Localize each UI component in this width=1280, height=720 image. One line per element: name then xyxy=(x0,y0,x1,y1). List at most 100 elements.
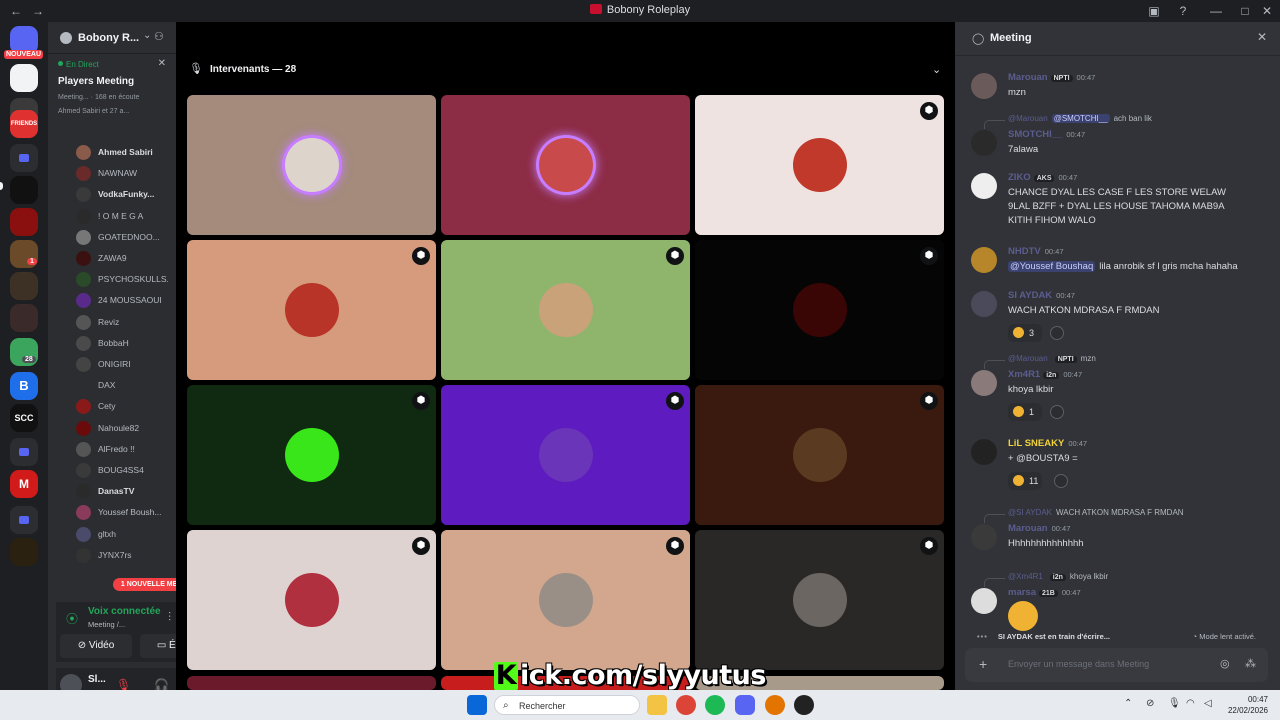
voice-member[interactable]: ZAWA9 xyxy=(76,248,172,268)
maximize-icon[interactable]: □ xyxy=(1237,3,1253,19)
server-folder-icon[interactable] xyxy=(10,144,38,172)
friends-server-icon[interactable]: FRIENDS xyxy=(10,110,38,138)
speaker-tile[interactable]: ⬢ xyxy=(441,385,690,525)
message-author[interactable]: SI AYDAK 00:47 xyxy=(1008,290,1075,301)
message-author[interactable]: Marouan 00:47 xyxy=(1008,523,1070,534)
add-reaction-icon[interactable] xyxy=(1054,474,1068,488)
server-icon[interactable] xyxy=(10,272,38,300)
mention[interactable]: @SMOTCHI__ xyxy=(1051,114,1110,123)
server-folder-icon[interactable] xyxy=(10,506,38,534)
composer-placeholder[interactable]: Envoyer un message dans Meeting xyxy=(1008,659,1149,669)
reply-preview[interactable]: @Marouan @SMOTCHI__ ach ban lik xyxy=(984,114,1152,129)
wifi-icon[interactable]: ◠ xyxy=(1186,698,1195,709)
message-author[interactable]: NHDTV 00:47 xyxy=(1008,246,1064,257)
avatar[interactable] xyxy=(971,439,997,465)
obs-icon[interactable] xyxy=(794,695,814,715)
voice-member[interactable]: JYNX7rs xyxy=(76,545,172,565)
speaker-tile[interactable]: ⬢ xyxy=(187,240,436,380)
voice-member[interactable]: Ahmed Sabiri xyxy=(76,142,172,162)
video-button[interactable]: ⊘ Vidéo xyxy=(60,634,132,658)
speaker-tile[interactable]: ⬢ xyxy=(695,530,944,670)
reaction-chip[interactable]: 3 xyxy=(1008,324,1042,342)
message-author[interactable]: Xm4R1 i2n 00:47 xyxy=(1008,369,1082,380)
voice-member[interactable]: DAX xyxy=(76,375,172,395)
voice-member[interactable]: Cety xyxy=(76,396,172,416)
server-icon[interactable] xyxy=(10,176,38,204)
server-icon[interactable] xyxy=(10,304,38,332)
voice-member[interactable]: AlFredo !! xyxy=(76,439,172,459)
tray-chevron-icon[interactable]: ⌃ xyxy=(1124,698,1132,709)
voice-member[interactable]: BOUG4SS4 xyxy=(76,460,172,480)
chrome-icon[interactable] xyxy=(676,695,696,715)
collapse-chevron-icon[interactable]: ⌄ xyxy=(932,63,941,76)
message-author[interactable]: ZIKO AKS 00:47 xyxy=(1008,172,1077,183)
message-composer[interactable]: + Envoyer un message dans Meeting ◎ ⁂ xyxy=(965,648,1268,682)
voice-member[interactable]: BobbaH xyxy=(76,333,172,353)
server-icon[interactable] xyxy=(10,208,38,236)
mc-server-icon[interactable]: M xyxy=(10,470,38,498)
add-reaction-icon[interactable] xyxy=(1050,405,1064,419)
voice-member[interactable]: 24 MOUSSAOUI xyxy=(76,290,172,310)
volume-icon[interactable]: ◁ xyxy=(1204,698,1212,709)
spotify-icon[interactable] xyxy=(705,695,725,715)
voice-member[interactable]: Reviz xyxy=(76,312,172,332)
add-member-icon[interactable]: ⚇ xyxy=(154,30,164,43)
chevron-down-icon[interactable]: ⌄ xyxy=(143,30,151,41)
voice-member[interactable]: ! O M E G A xyxy=(76,206,172,226)
reply-preview[interactable]: @Xm4R1 i2n khoya lkbir xyxy=(983,572,1108,587)
close-icon[interactable]: ✕ xyxy=(158,58,166,69)
speaker-tile[interactable]: ⬢ xyxy=(441,240,690,380)
reply-preview[interactable]: @Marouan NPTI mzn xyxy=(984,354,1096,369)
avatar[interactable] xyxy=(971,173,997,199)
apps-icon[interactable]: ⁂ xyxy=(1245,657,1256,670)
speaker-tile[interactable] xyxy=(187,95,436,235)
close-chat-icon[interactable]: ✕ xyxy=(1257,30,1267,44)
signal-icon[interactable]: ⦿ xyxy=(66,610,78,627)
message-author[interactable]: SMOTCHI__ 00:47 xyxy=(1008,129,1085,140)
clock[interactable]: 00:47 22/02/2026 xyxy=(1224,694,1268,716)
voice-member[interactable]: DanasTV xyxy=(76,481,172,501)
close-window-icon[interactable]: ✕ xyxy=(1259,3,1275,19)
minimize-icon[interactable]: — xyxy=(1208,3,1224,19)
voice-member[interactable]: Youssef Boush... xyxy=(76,502,172,522)
speaker-tile[interactable] xyxy=(441,95,690,235)
voice-member[interactable]: PSYCHOSKULLS... xyxy=(76,269,172,289)
speaker-tile[interactable]: ⬢ xyxy=(187,530,436,670)
voice-member[interactable]: GOATEDNOO... xyxy=(76,227,172,247)
chrome-canary-icon[interactable] xyxy=(765,695,785,715)
avatar[interactable] xyxy=(971,370,997,396)
inbox-icon[interactable]: ▣ xyxy=(1146,3,1162,19)
speaker-tile[interactable] xyxy=(187,676,436,690)
speaker-tile[interactable]: ⬢ xyxy=(695,95,944,235)
server-header[interactable]: Bobony R... ⌄ ⚇ xyxy=(48,22,176,54)
discord-icon[interactable] xyxy=(735,695,755,715)
add-reaction-icon[interactable] xyxy=(1050,326,1064,340)
speaker-tile[interactable]: ⬢ xyxy=(187,385,436,525)
sticker-icon[interactable]: ◎ xyxy=(1220,657,1230,670)
taskbar-search[interactable]: ⌕ Rechercher xyxy=(494,695,640,715)
voice-member[interactable]: gltxh xyxy=(76,524,172,544)
voice-member[interactable]: ONIGIRI xyxy=(76,354,172,374)
message-author[interactable]: marsa 21B 00:47 xyxy=(1008,587,1081,598)
reply-preview[interactable]: @SI AYDAK WACH ATKON MDRASA F RMDAN xyxy=(984,508,1184,523)
avatar[interactable] xyxy=(971,291,997,317)
file-explorer-icon[interactable] xyxy=(647,695,667,715)
avatar[interactable] xyxy=(971,130,997,156)
voice-member[interactable]: NAWNAW xyxy=(76,163,172,183)
network-off-icon[interactable]: ⊘ xyxy=(1146,698,1154,709)
scc-server-icon[interactable]: SCC xyxy=(10,404,38,432)
add-attachment-icon[interactable]: + xyxy=(979,656,987,672)
speaker-tile[interactable]: ⬢ xyxy=(441,530,690,670)
voice-member[interactable]: Nahoule82 xyxy=(76,418,172,438)
avatar[interactable] xyxy=(971,588,997,614)
voice-member[interactable]: VodkaFunky... xyxy=(76,184,172,204)
voice-channel-name[interactable]: Meeting /... xyxy=(88,620,125,629)
b-server-icon[interactable]: B xyxy=(10,372,38,400)
server-icon[interactable] xyxy=(10,538,38,566)
stage-live-card[interactable]: En Direct ✕ Players Meeting Meeting... ·… xyxy=(52,56,172,120)
server-folder-icon[interactable] xyxy=(10,438,38,466)
avatar[interactable] xyxy=(971,524,997,550)
mention[interactable]: @Youssef Boushaq xyxy=(1008,261,1096,272)
avatar[interactable] xyxy=(971,247,997,273)
start-windows-icon[interactable] xyxy=(467,695,487,715)
